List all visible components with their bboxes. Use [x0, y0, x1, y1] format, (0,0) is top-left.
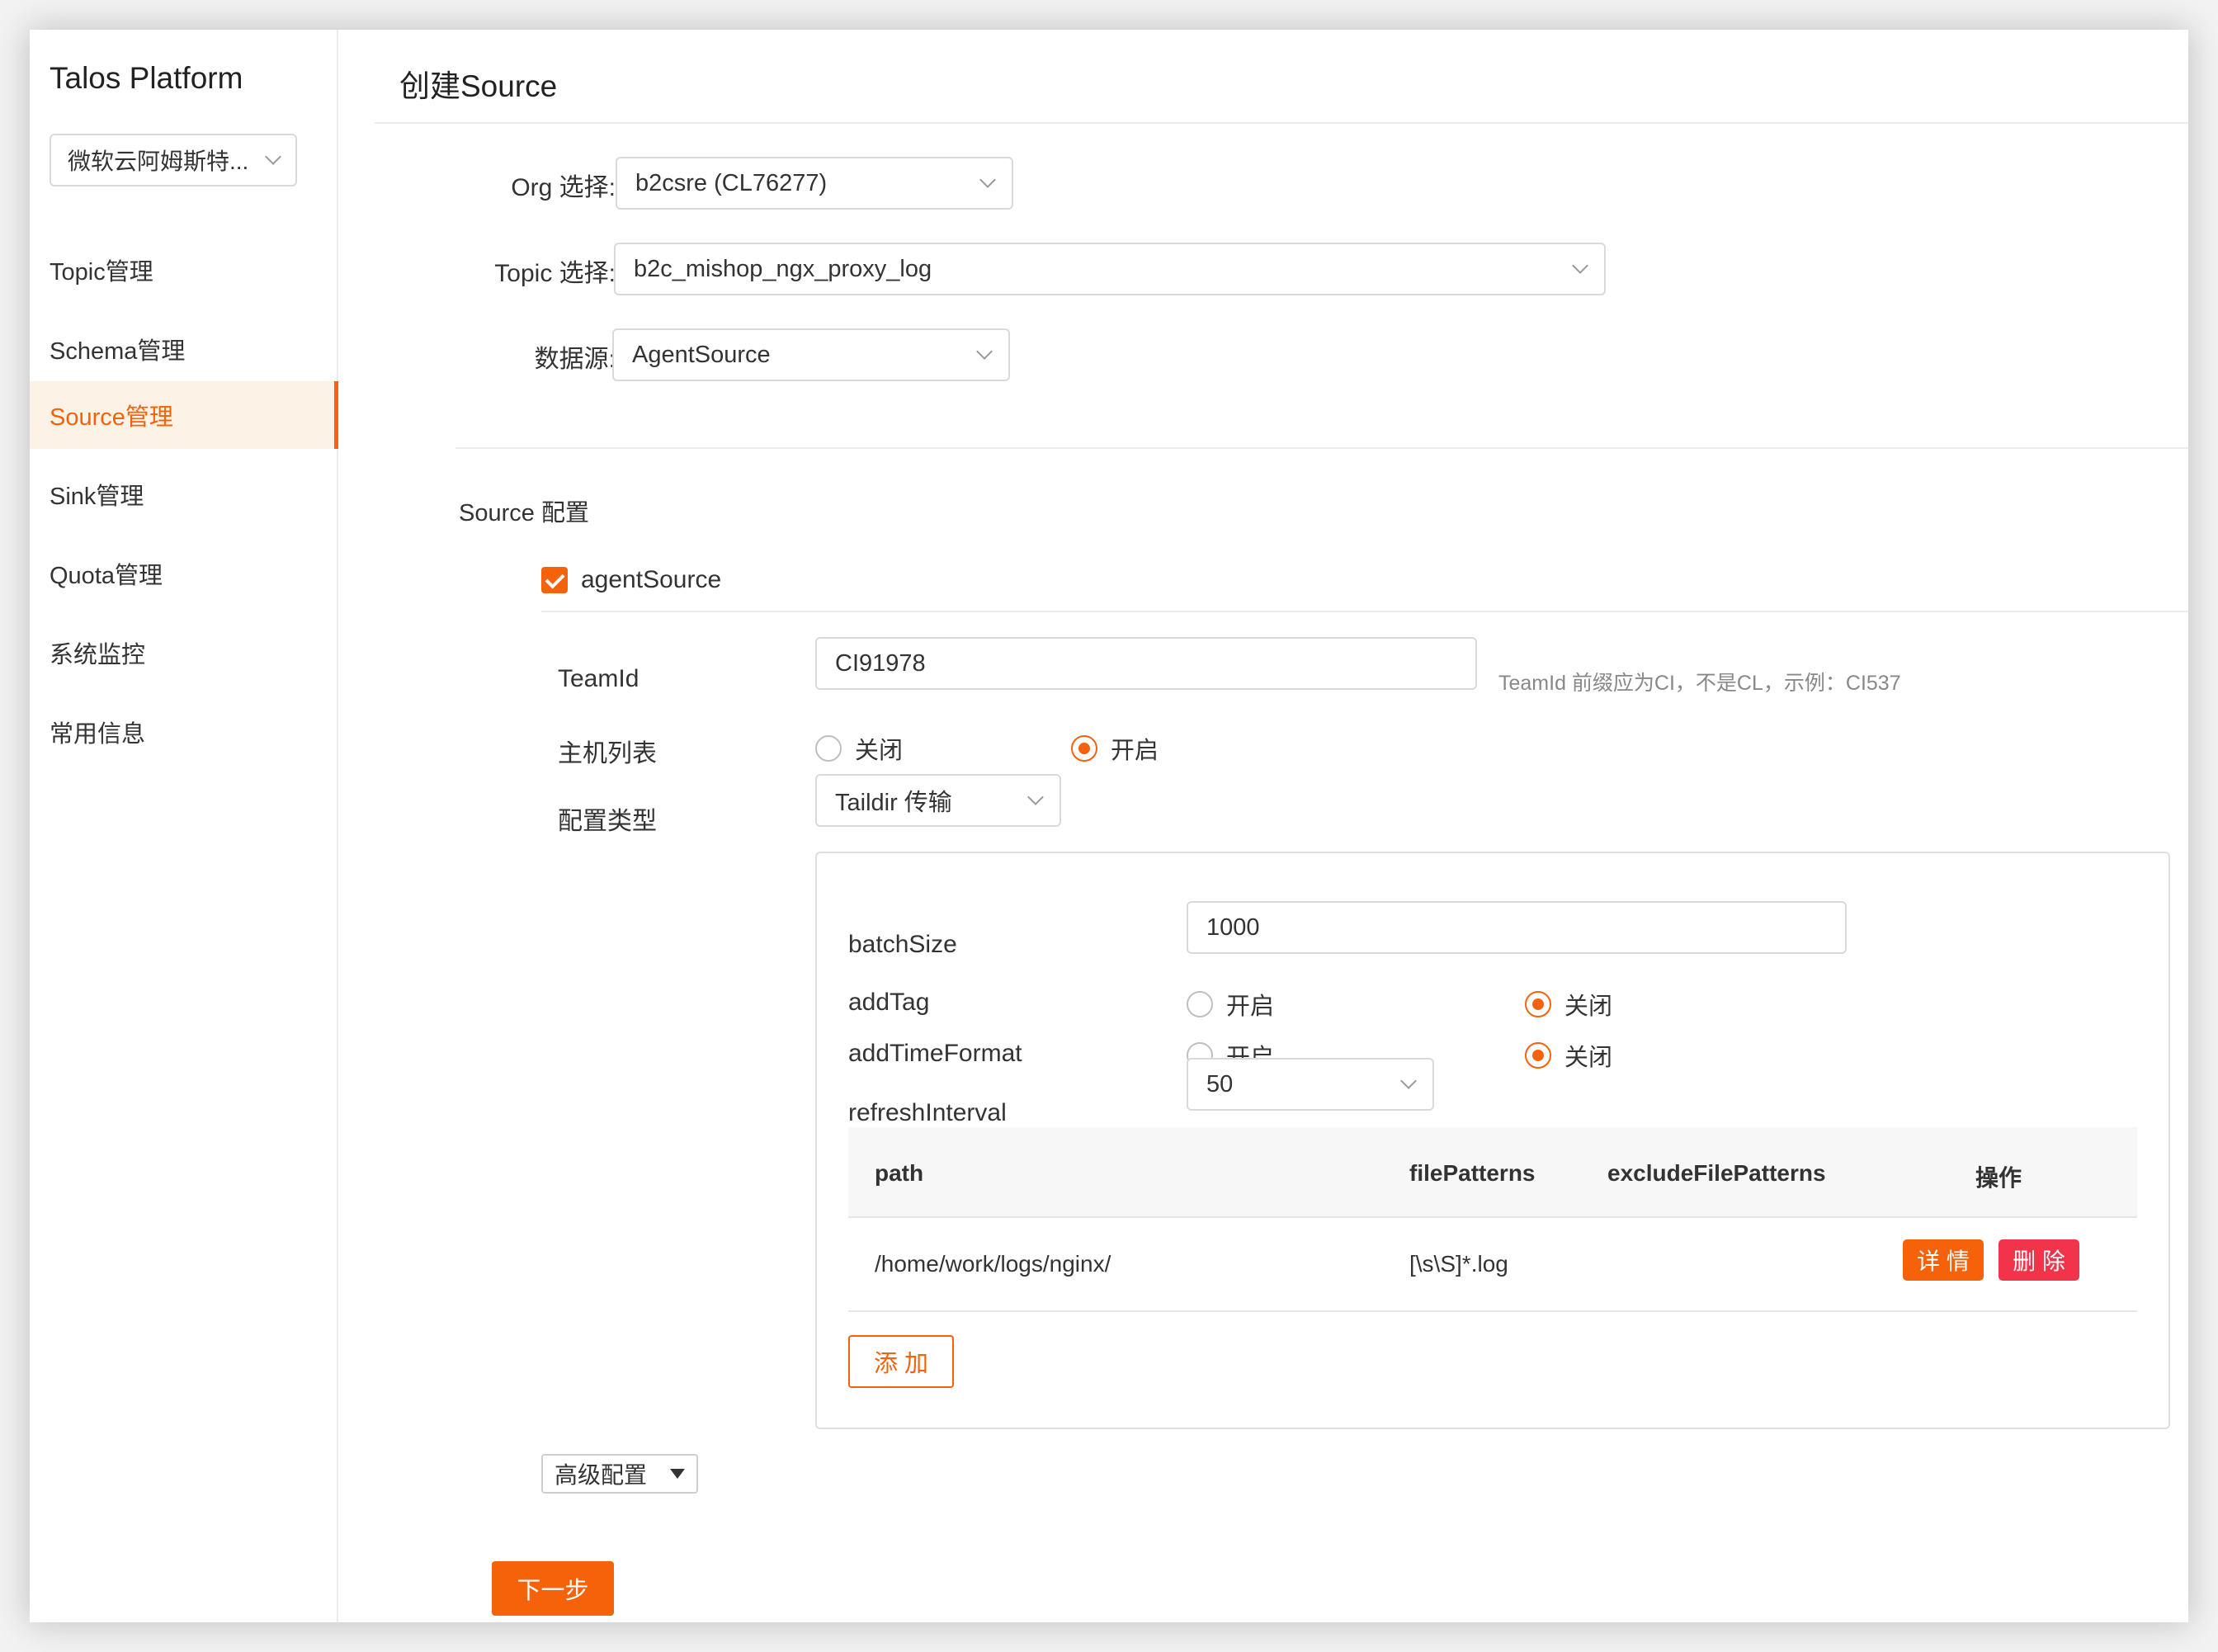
refresh-interval-value: 50	[1206, 1070, 1234, 1097]
sidebar-item-label: Quota管理	[50, 563, 163, 589]
page-title: 创建Source	[399, 69, 558, 103]
brand-title: Talos Platform	[50, 61, 243, 95]
column-header-actions: 操作	[1975, 1165, 2022, 1191]
teamid-hint: TeamId 前缀应为CI，不是CL，示例：CI537	[1498, 672, 1901, 695]
chevron-down-icon	[976, 343, 993, 360]
sidebar-item-schema[interactable]: Schema管理	[30, 315, 338, 383]
addtag-radio-on[interactable]: 开启	[1187, 987, 1274, 1022]
hostlist-radio-off[interactable]: 关闭	[815, 731, 903, 766]
cluster-select[interactable]: 微软云阿姆斯特...	[50, 134, 297, 186]
org-label: Org 选择:	[511, 174, 616, 201]
cell-path: /home/work/logs/nginx/	[875, 1251, 1111, 1277]
config-type-label: 配置类型	[558, 808, 657, 835]
radio-icon	[1187, 991, 1213, 1017]
agent-source-label: agentSource	[581, 566, 722, 593]
app-window: Talos Platform 微软云阿姆斯特... Topic管理 Schema…	[30, 30, 2188, 1622]
cell-filepatterns: [\s\S]*.log	[1409, 1251, 1508, 1277]
checkbox-checked-icon[interactable]	[541, 567, 568, 593]
radio-icon	[815, 735, 842, 762]
config-type-value: Taildir 传输	[835, 790, 952, 816]
chevron-down-icon	[1400, 1073, 1417, 1089]
datasource-select-value: AgentSource	[632, 341, 771, 368]
addtag-radio-off[interactable]: 关闭	[1525, 987, 1612, 1022]
sidebar-item-label: 系统监控	[50, 642, 146, 668]
datasource-select[interactable]: AgentSource	[612, 328, 1010, 381]
config-type-select[interactable]: Taildir 传输	[815, 774, 1061, 827]
hostlist-radio-on[interactable]: 开启	[1071, 731, 1159, 766]
sidebar-item-label: Source管理	[50, 404, 173, 431]
topic-label: Topic 选择:	[494, 260, 616, 287]
batchsize-label: batchSize	[848, 931, 957, 958]
batchsize-value: 1000	[1206, 913, 1260, 941]
column-header-excludefilepatterns: excludeFilePatterns	[1607, 1160, 1826, 1186]
sidebar-item-label: Schema管理	[50, 338, 186, 365]
cluster-select-value: 微软云阿姆斯特...	[68, 149, 249, 174]
agent-source-checkbox[interactable]: agentSource	[541, 566, 721, 594]
next-step-button[interactable]: 下一步	[492, 1561, 614, 1616]
detail-button[interactable]: 详 情	[1903, 1239, 1984, 1281]
sidebar-item-sink[interactable]: Sink管理	[30, 460, 338, 528]
column-header-path: path	[875, 1160, 924, 1186]
advanced-config-dropdown[interactable]: 高级配置	[541, 1454, 698, 1494]
section-divider	[455, 447, 2188, 449]
column-header-filepatterns: filePatterns	[1409, 1160, 1536, 1186]
subsection-divider	[541, 611, 2188, 612]
topic-select[interactable]: b2c_mishop_ngx_proxy_log	[614, 243, 1606, 295]
radio-selected-icon	[1525, 1042, 1551, 1069]
radio-selected-icon	[1071, 735, 1097, 762]
caret-down-icon	[670, 1469, 685, 1479]
radio-label: 开启	[1111, 738, 1159, 764]
sidebar: Talos Platform 微软云阿姆斯特... Topic管理 Schema…	[30, 30, 338, 1622]
chevron-down-icon	[1572, 257, 1588, 274]
table-row: /home/work/logs/nginx/ [\s\S]*.log 详 情 删…	[848, 1218, 2137, 1312]
title-divider	[375, 122, 2188, 124]
sidebar-item-info[interactable]: 常用信息	[30, 698, 338, 766]
sidebar-item-label: Topic管理	[50, 259, 153, 286]
addtag-label: addTag	[848, 989, 930, 1016]
hostlist-label: 主机列表	[558, 740, 657, 767]
batchsize-input[interactable]: 1000	[1187, 901, 1847, 954]
sidebar-item-quota[interactable]: Quota管理	[30, 540, 338, 607]
add-button[interactable]: 添 加	[848, 1335, 954, 1388]
advanced-config-label: 高级配置	[554, 1462, 648, 1488]
sidebar-item-topic[interactable]: Topic管理	[30, 236, 338, 304]
chevron-down-icon	[1027, 789, 1044, 805]
sidebar-item-label: Sink管理	[50, 484, 144, 510]
delete-button[interactable]: 删 除	[1999, 1239, 2079, 1281]
teamid-label: TeamId	[558, 665, 639, 692]
teamid-value: CI91978	[835, 649, 926, 677]
sidebar-item-label: 常用信息	[50, 721, 146, 748]
radio-label: 关闭	[1564, 994, 1613, 1020]
radio-label: 关闭	[855, 738, 904, 764]
addtimeformat-radio-off[interactable]: 关闭	[1525, 1038, 1612, 1073]
table-header: path filePatterns excludeFilePatterns 操作	[848, 1127, 2137, 1218]
chevron-down-icon	[979, 172, 996, 188]
refresh-interval-select[interactable]: 50	[1187, 1058, 1434, 1111]
topic-select-value: b2c_mishop_ngx_proxy_log	[634, 255, 932, 282]
org-select[interactable]: b2csre (CL76277)	[616, 157, 1013, 210]
sidebar-item-monitor[interactable]: 系统监控	[30, 619, 338, 687]
sidebar-item-source[interactable]: Source管理	[30, 381, 338, 449]
radio-label: 关闭	[1564, 1045, 1613, 1071]
radio-label: 开启	[1226, 994, 1275, 1020]
chevron-down-icon	[265, 149, 281, 165]
source-config-title: Source 配置	[459, 500, 589, 526]
refresh-interval-label: refreshInterval	[848, 1099, 1007, 1126]
org-select-value: b2csre (CL76277)	[635, 169, 828, 196]
datasource-label: 数据源:	[534, 346, 616, 373]
teamid-input[interactable]: CI91978	[815, 637, 1477, 690]
addtimeformat-label: addTimeFormat	[848, 1040, 1022, 1067]
radio-selected-icon	[1525, 991, 1551, 1017]
